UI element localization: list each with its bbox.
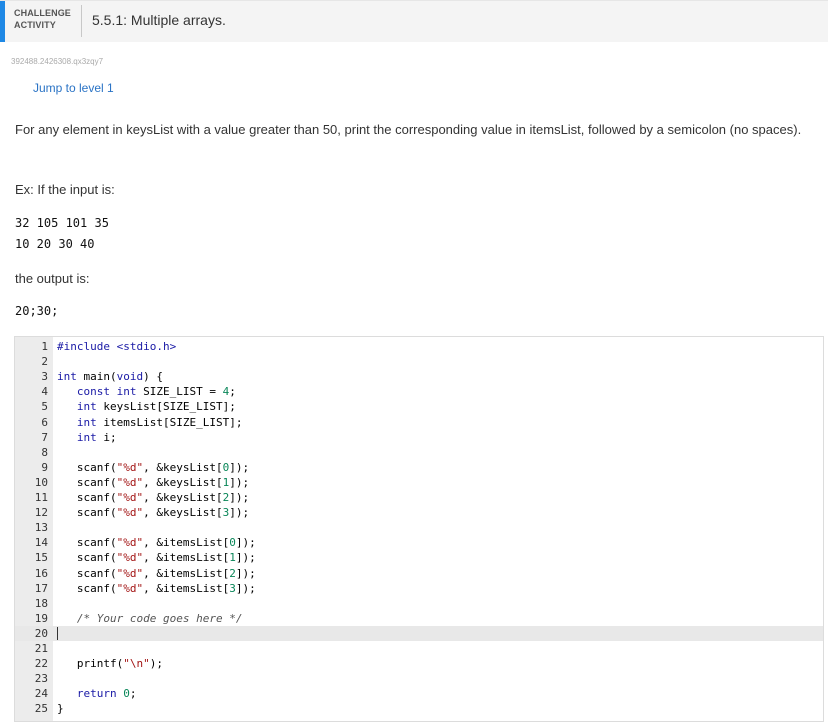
header-accent-bar <box>0 1 5 42</box>
line-number: 19 <box>34 611 48 625</box>
activity-id: 392488.2426308.qx3zqy7 <box>11 57 104 66</box>
line-number: 15 <box>34 551 48 565</box>
code-line[interactable]: 21 <box>15 641 823 656</box>
code-text[interactable]: scanf("%d", &keysList[3]); <box>57 505 249 520</box>
code-line[interactable]: 14 scanf("%d", &itemsList[0]); <box>15 535 823 550</box>
code-line[interactable]: 4 const int SIZE_LIST = 4; <box>15 384 823 399</box>
example-input-line-1: 32 105 101 35 <box>15 216 109 230</box>
code-text[interactable]: int keysList[SIZE_LIST]; <box>57 399 236 414</box>
line-number: 23 <box>34 672 48 686</box>
line-number: 17 <box>34 581 48 595</box>
code-line[interactable]: 12 scanf("%d", &keysList[3]); <box>15 505 823 520</box>
code-text[interactable]: scanf("%d", &keysList[1]); <box>57 475 249 490</box>
code-text[interactable]: #include <stdio.h> <box>57 339 176 354</box>
line-number: 9 <box>41 460 48 474</box>
code-text[interactable]: int i; <box>57 430 117 445</box>
code-line[interactable]: 23 <box>15 671 823 686</box>
line-number: 16 <box>34 566 48 580</box>
challenge-activity-tag: CHALLENGE ACTIVITY <box>14 7 76 31</box>
code-line[interactable]: 1 #include <stdio.h> <box>15 339 823 354</box>
code-text[interactable]: scanf("%d", &keysList[0]); <box>57 460 249 475</box>
output-label: the output is: <box>15 271 90 286</box>
code-text[interactable]: scanf("%d", &itemsList[3]); <box>57 581 256 596</box>
code-line[interactable]: 5 int keysList[SIZE_LIST]; <box>15 399 823 414</box>
code-line[interactable]: 8 <box>15 445 823 460</box>
code-text[interactable]: const int SIZE_LIST = 4; <box>57 384 236 399</box>
line-number: 21 <box>34 642 48 655</box>
code-line[interactable]: 9 scanf("%d", &keysList[0]); <box>15 460 823 475</box>
line-number: 3 <box>41 370 48 384</box>
line-number: 6 <box>41 415 48 429</box>
line-number: 10 <box>34 475 48 489</box>
text-cursor <box>57 626 58 640</box>
line-number: 24 <box>34 687 48 701</box>
example-label: Ex: If the input is: <box>15 182 115 197</box>
code-editor[interactable]: 1 #include <stdio.h> 2 3 int main(void) {4 c… <box>14 336 824 722</box>
code-line[interactable]: 15 scanf("%d", &itemsList[1]); <box>15 550 823 565</box>
example-input-line-2: 10 20 30 40 <box>15 237 95 251</box>
tag-line-1: CHALLENGE <box>14 8 71 18</box>
tag-line-2: ACTIVITY <box>14 20 56 30</box>
code-text[interactable]: } <box>57 701 64 716</box>
code-text[interactable]: int main(void) { <box>57 369 163 384</box>
code-text[interactable]: int itemsList[SIZE_LIST]; <box>57 415 243 430</box>
problem-statement: For any element in keysList with a value… <box>15 122 802 137</box>
code-text[interactable]: return 0; <box>57 686 137 701</box>
line-number: 8 <box>41 445 48 459</box>
code-line[interactable]: 11 scanf("%d", &keysList[2]); <box>15 490 823 505</box>
line-number: 14 <box>34 536 48 550</box>
jump-to-level-link[interactable]: Jump to level 1 <box>33 81 114 95</box>
line-number: 5 <box>41 400 48 414</box>
code-line[interactable]: 22 printf("\n"); <box>15 656 823 671</box>
code-line[interactable]: 3 int main(void) { <box>15 369 823 384</box>
line-number: 4 <box>41 385 48 399</box>
code-line[interactable]: 17 scanf("%d", &itemsList[3]); <box>15 581 823 596</box>
example-output: 20;30; <box>15 304 59 318</box>
code-line[interactable]: 18 <box>15 596 823 611</box>
code-text[interactable]: scanf("%d", &itemsList[1]); <box>57 550 256 565</box>
line-number: 22 <box>34 657 48 671</box>
code-text[interactable]: printf("\n"); <box>57 656 163 671</box>
code-line[interactable]: 13 <box>15 520 823 535</box>
activity-title: 5.5.1: Multiple arrays. <box>92 12 226 28</box>
code-line[interactable]: 25} <box>15 701 823 716</box>
code-line[interactable]: 20 <box>15 625 823 641</box>
activity-header: CHALLENGE ACTIVITY 5.5.1: Multiple array… <box>0 0 828 42</box>
line-number: 13 <box>34 521 48 535</box>
code-line[interactable]: 24 return 0; <box>15 686 823 701</box>
code-line[interactable]: 16 scanf("%d", &itemsList[2]); <box>15 566 823 581</box>
header-divider <box>81 5 82 37</box>
line-number: 20 <box>34 626 48 640</box>
line-number: 25 <box>34 702 48 716</box>
line-number: 18 <box>34 596 48 610</box>
code-line[interactable]: 7 int i; <box>15 430 823 445</box>
code-line[interactable]: 10 scanf("%d", &keysList[1]); <box>15 475 823 490</box>
line-number: 7 <box>41 430 48 444</box>
code-line[interactable]: 2 <box>15 354 823 369</box>
code-text[interactable]: scanf("%d", &keysList[2]); <box>57 490 249 505</box>
code-line[interactable]: 6 int itemsList[SIZE_LIST]; <box>15 415 823 430</box>
line-number: 1 <box>41 340 48 353</box>
line-number: 11 <box>34 491 48 504</box>
line-number: 12 <box>34 506 48 520</box>
code-text[interactable]: /* Your code goes here */ <box>57 611 243 626</box>
line-number: 2 <box>41 355 48 369</box>
code-text[interactable]: scanf("%d", &itemsList[2]); <box>57 566 256 581</box>
code-line[interactable]: 19 /* Your code goes here */ <box>15 611 823 626</box>
code-text[interactable]: scanf("%d", &itemsList[0]); <box>57 535 256 550</box>
